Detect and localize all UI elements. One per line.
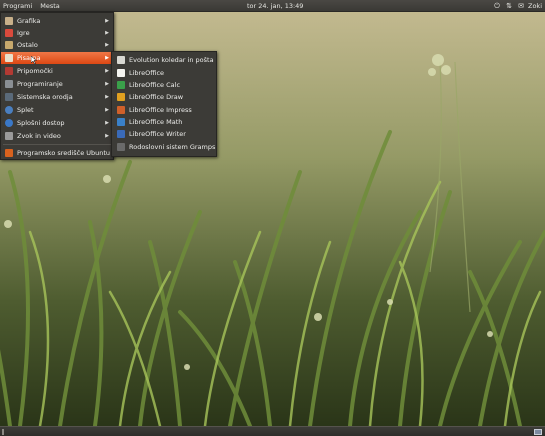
submenu-item-label: LibreOffice Calc [129,81,181,89]
user-name[interactable]: Zoki [527,0,545,12]
libreoffice-math-icon [117,118,125,126]
system-tools-icon [5,93,13,101]
menu-item-label: Ostalo [17,41,38,49]
submenu-item-libreoffice-writer[interactable]: LibreOffice Writer [112,128,216,140]
menu-item-programming[interactable]: Programiranje ▶ [1,78,113,90]
menu-separator [3,144,111,145]
menu-item-label: Igre [17,29,30,37]
menu-item-graphics[interactable]: Grafika ▶ [1,15,113,27]
libreoffice-draw-icon [117,93,125,101]
menu-item-accessories[interactable]: Pripomočki ▶ [1,65,113,77]
submenu-arrow-icon: ▶ [105,30,109,36]
menu-item-label: Programsko središče Ubuntu [17,149,111,157]
submenu-arrow-icon: ▶ [105,18,109,24]
submenu-item-label: LibreOffice Math [129,118,183,126]
submenu-item-libreoffice-math[interactable]: LibreOffice Math [112,116,216,128]
submenu-item-label: Rodoslovni sistem Gramps [129,143,216,151]
top-panel: Programi Mesta tor 24. jan, 13:49 ⏻ ⇅ ✉ … [0,0,545,12]
office-submenu: Evolution koledar in pošta LibreOffice L… [111,51,217,157]
libreoffice-calc-icon [117,81,125,89]
submenu-arrow-icon: ▶ [105,55,109,61]
menu-item-system-tools[interactable]: Sistemska orodja ▶ [1,91,113,103]
network-icon[interactable]: ⇅ [503,0,515,12]
power-icon[interactable]: ⏻ [491,0,503,12]
menu-item-label: Grafika [17,17,41,25]
menu-item-sound-video[interactable]: Zvok in video ▶ [1,130,113,142]
submenu-item-label: LibreOffice Impress [129,106,192,114]
libreoffice-icon [117,69,125,77]
menu-item-label: Pisarna [17,54,41,62]
submenu-arrow-icon: ▶ [105,68,109,74]
submenu-item-libreoffice[interactable]: LibreOffice [112,67,216,79]
submenu-arrow-icon: ▶ [105,42,109,48]
submenu-arrow-icon: ▶ [105,133,109,139]
menu-item-internet[interactable]: Splet ▶ [1,104,113,116]
graphics-icon [5,17,13,25]
submenu-item-label: LibreOffice Draw [129,93,184,101]
places-menu-button[interactable]: Mesta [36,0,64,12]
menu-item-other[interactable]: Ostalo ▶ [1,39,113,51]
submenu-arrow-icon: ▶ [105,120,109,126]
submenu-arrow-icon: ▶ [105,94,109,100]
mouse-cursor-icon [31,56,37,64]
submenu-item-gramps[interactable]: Rodoslovni sistem Gramps [112,141,216,153]
submenu-arrow-icon: ▶ [105,107,109,113]
libreoffice-writer-icon [117,130,125,138]
gramps-icon [117,143,125,151]
accessories-icon [5,67,13,75]
menu-item-label: Sistemska orodja [17,93,73,101]
clock[interactable]: tor 24. jan, 13:49 [247,0,303,12]
applications-menu: Grafika ▶ Igre ▶ Ostalo ▶ Pisarna ▶ Prip… [0,12,114,160]
submenu-item-libreoffice-draw[interactable]: LibreOffice Draw [112,91,216,103]
internet-icon [5,106,13,114]
menu-item-office[interactable]: Pisarna ▶ [1,52,113,64]
sound-video-icon [5,132,13,140]
menu-item-software-center[interactable]: Programsko središče Ubuntu [1,147,113,159]
games-icon [5,29,13,37]
software-center-icon [5,149,13,157]
submenu-item-libreoffice-calc[interactable]: LibreOffice Calc [112,79,216,91]
office-icon [5,54,13,62]
other-icon [5,41,13,49]
menu-item-label: Zvok in video [17,132,61,140]
bottom-panel [0,426,545,436]
system-tray: ⏻ ⇅ ✉ Zoki [491,0,545,12]
workspace-switcher-icon[interactable] [534,429,542,435]
submenu-item-label: LibreOffice Writer [129,130,186,138]
programming-icon [5,80,13,88]
submenu-arrow-icon: ▶ [105,81,109,87]
accessibility-icon [5,119,13,127]
menu-item-accessibility[interactable]: Splošni dostop ▶ [1,117,113,129]
menu-item-label: Splošni dostop [17,119,65,127]
submenu-item-libreoffice-impress[interactable]: LibreOffice Impress [112,104,216,116]
evolution-icon [117,56,125,64]
menu-item-label: Splet [17,106,34,114]
submenu-item-label: LibreOffice [129,69,165,77]
menu-item-label: Pripomočki [17,67,53,75]
libreoffice-impress-icon [117,106,125,114]
submenu-item-evolution[interactable]: Evolution koledar in pošta [112,54,216,66]
menu-item-label: Programiranje [17,80,63,88]
submenu-item-label: Evolution koledar in pošta [129,56,214,64]
chat-icon[interactable]: ✉ [515,0,527,12]
show-desktop-handle-icon[interactable] [2,429,4,435]
menu-item-games[interactable]: Igre ▶ [1,27,113,39]
applications-menu-button[interactable]: Programi [0,0,36,12]
